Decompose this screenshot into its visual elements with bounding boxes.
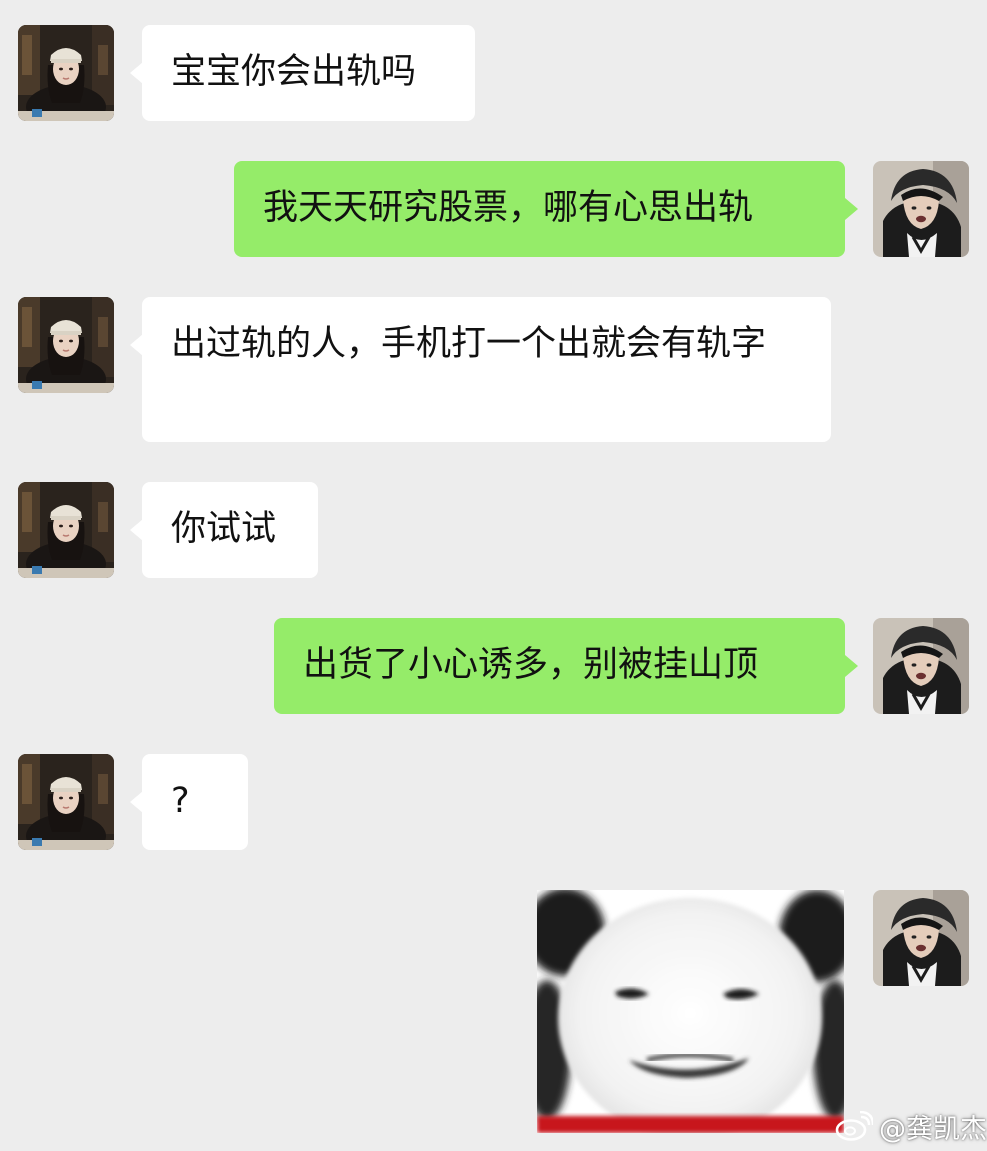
outgoing-message-bubble[interactable]: 我天天研究股票，哪有心思出轨 xyxy=(234,161,845,257)
boy-avatar[interactable] xyxy=(873,161,969,257)
bubble-tail xyxy=(845,198,858,220)
girl-avatar-image xyxy=(18,482,114,578)
girl-avatar[interactable] xyxy=(18,754,114,850)
girl-avatar[interactable] xyxy=(18,297,114,393)
watermark-text: @龚凯杰 xyxy=(879,1113,987,1145)
boy-avatar-image xyxy=(873,618,969,714)
message-row: 你试试 xyxy=(0,482,987,578)
girl-avatar-image xyxy=(18,754,114,850)
panda-meme-sticker-image xyxy=(537,890,844,1133)
panda-meme-sticker[interactable] xyxy=(537,890,844,1133)
boy-avatar[interactable] xyxy=(873,890,969,986)
message-row: 宝宝你会出轨吗 xyxy=(0,25,987,121)
incoming-message-bubble[interactable]: 你试试 xyxy=(142,482,318,578)
girl-avatar[interactable] xyxy=(18,482,114,578)
message-row: 我天天研究股票，哪有心思出轨 xyxy=(0,161,987,257)
girl-avatar-image xyxy=(18,297,114,393)
weibo-watermark: @龚凯杰 xyxy=(835,1107,987,1145)
incoming-message-bubble[interactable]: ? xyxy=(142,754,248,850)
message-row: 出货了小心诱多，别被挂山顶 xyxy=(0,618,987,714)
girl-avatar[interactable] xyxy=(18,25,114,121)
bubble-tail xyxy=(845,655,858,677)
outgoing-message-bubble[interactable]: 出货了小心诱多，别被挂山顶 xyxy=(274,618,845,714)
incoming-message-bubble[interactable]: 宝宝你会出轨吗 xyxy=(142,25,475,121)
weibo-icon xyxy=(835,1111,873,1141)
boy-avatar[interactable] xyxy=(873,618,969,714)
message-row: ? xyxy=(0,754,987,850)
message-row xyxy=(0,890,987,1133)
girl-avatar-image xyxy=(18,25,114,121)
boy-avatar-image xyxy=(873,161,969,257)
message-row: 出过轨的人，手机打一个出就会有轨字 xyxy=(0,297,987,442)
incoming-message-bubble[interactable]: 出过轨的人，手机打一个出就会有轨字 xyxy=(142,297,831,442)
boy-avatar-image xyxy=(873,890,969,986)
